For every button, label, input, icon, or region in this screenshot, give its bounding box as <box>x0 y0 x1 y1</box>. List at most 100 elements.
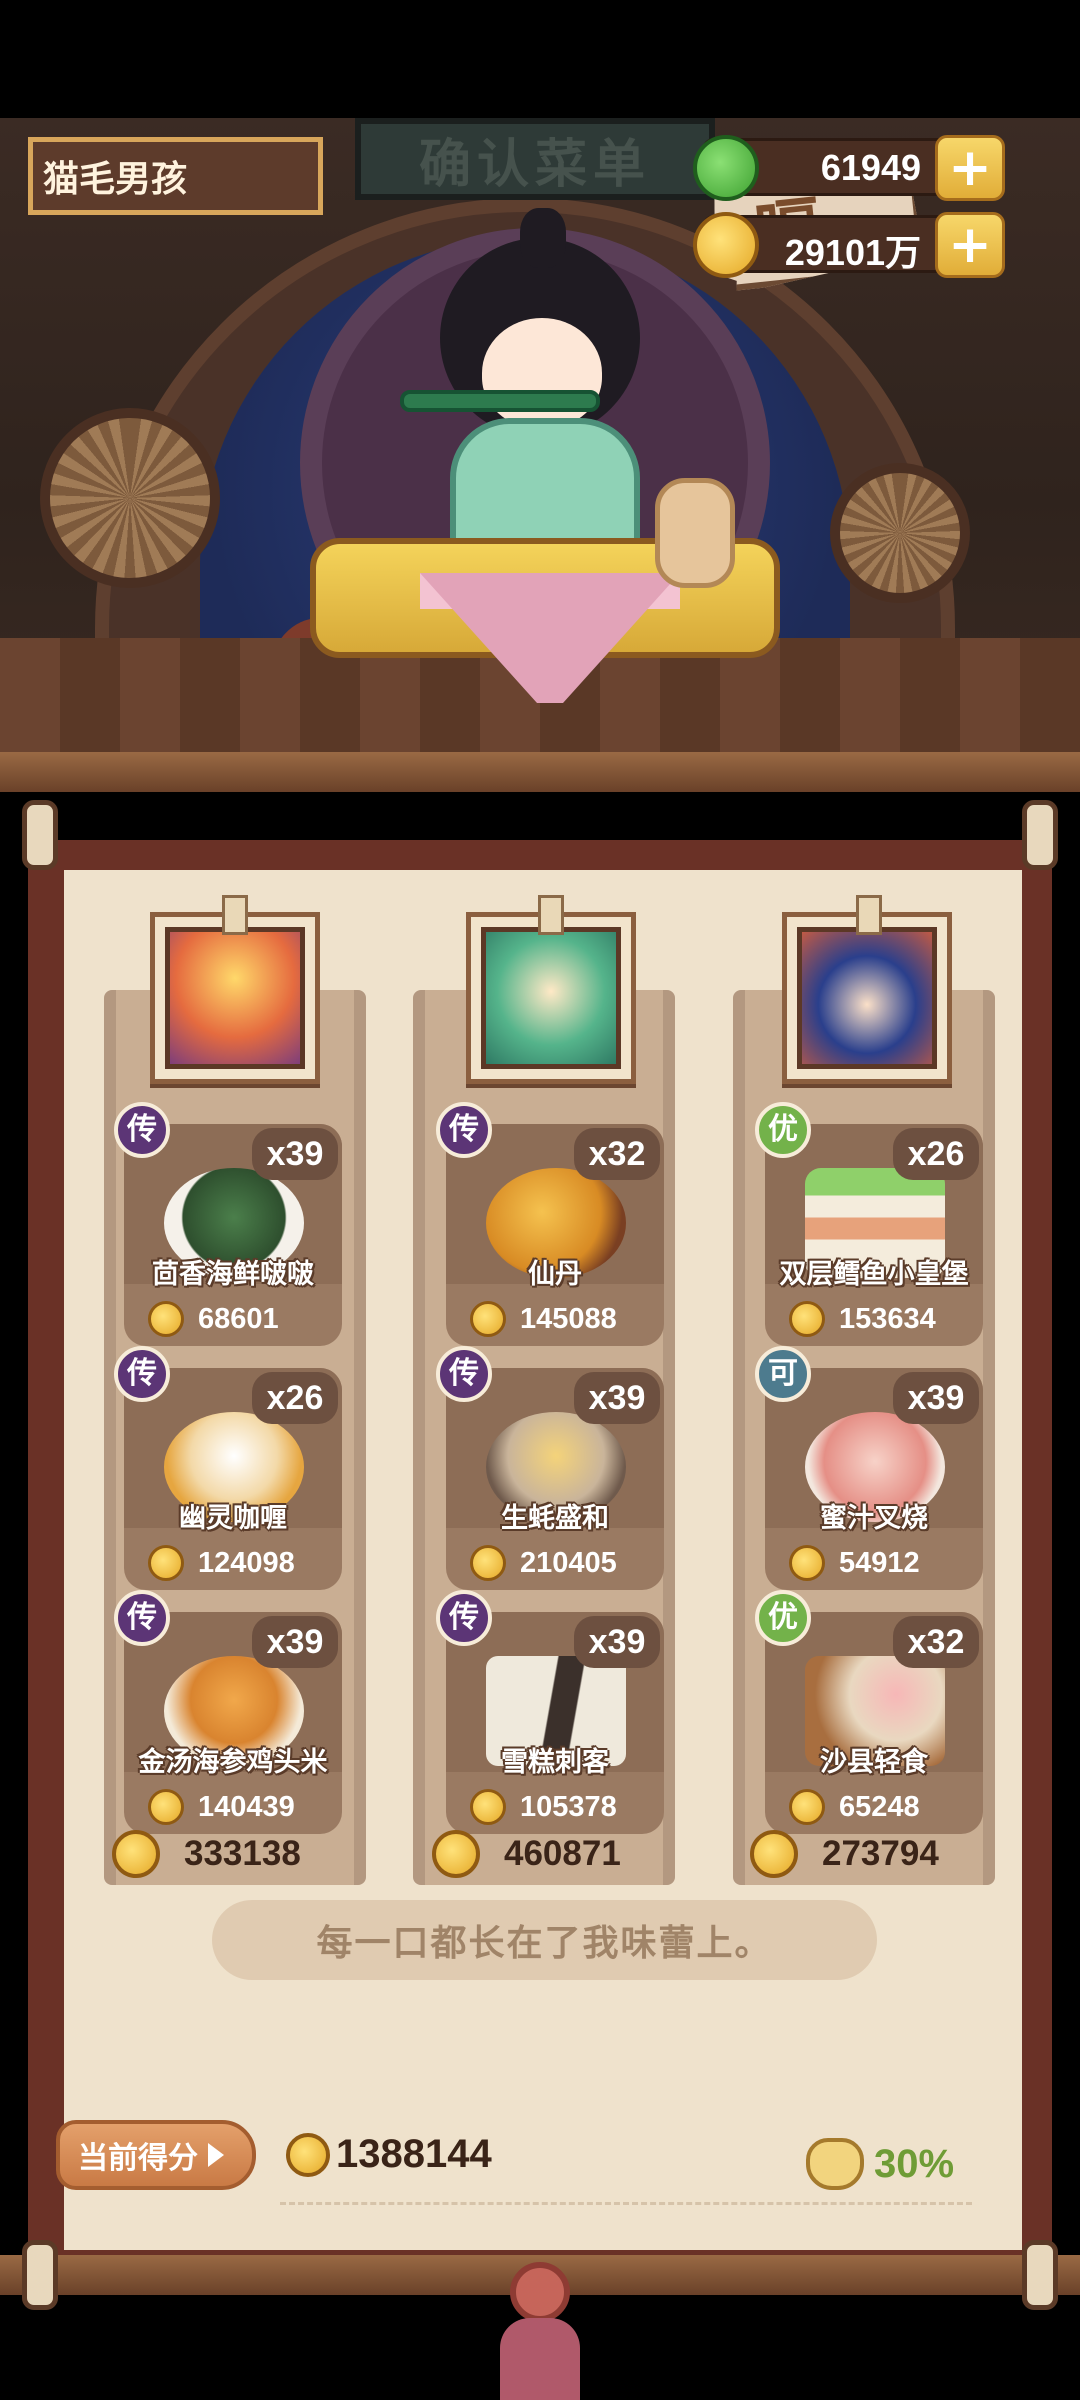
dish-count: x32 <box>574 1128 660 1180</box>
coin-icon <box>789 1789 825 1825</box>
dish-card[interactable]: 优 x32 沙县轻食 65248 <box>755 1590 983 1834</box>
dish-price-value: 145088 <box>520 1302 617 1335</box>
coin-icon <box>286 2132 330 2177</box>
dish-name: 蜜汁叉烧 <box>820 1503 928 1533</box>
dish-count: x39 <box>893 1372 979 1424</box>
grade-badge: 优 <box>755 1102 811 1158</box>
dish-price-value: 210405 <box>520 1546 617 1579</box>
dish-price: 68601 <box>124 1292 342 1346</box>
dish-card[interactable]: 传 x39 生蚝盛和 210405 <box>436 1346 664 1590</box>
coin-counter: 29101万 + <box>693 212 1005 278</box>
dish-card[interactable]: 传 x39 雪糕刺客 105378 <box>436 1590 664 1834</box>
dish-price-value: 124098 <box>198 1546 295 1579</box>
jade-icon <box>693 135 759 201</box>
dish-card[interactable]: 传 x32 仙丹 145088 <box>436 1102 664 1346</box>
dish-price: 140439 <box>124 1780 342 1834</box>
dish-name: 金汤海参鸡头米 <box>138 1747 328 1777</box>
jade-counter: 61949 + <box>693 135 1005 201</box>
coin-value: 29101万 <box>784 232 921 273</box>
comment-text: 每一口都长在了我味蕾上。 <box>316 1922 773 1963</box>
coin-icon <box>148 1789 184 1825</box>
column-total: 333138 <box>112 1830 301 1878</box>
dish-price: 124098 <box>124 1536 342 1590</box>
dish-price-value: 68601 <box>198 1302 279 1335</box>
dish-price-value: 140439 <box>198 1790 295 1823</box>
dish-count: x39 <box>252 1128 338 1180</box>
clip-icon <box>538 895 564 935</box>
scroll-rod-end <box>1022 2240 1058 2310</box>
money-bag-icon <box>806 2138 864 2190</box>
grade-badge: 传 <box>436 1102 492 1158</box>
grade-badge: 传 <box>436 1590 492 1646</box>
clip-icon <box>222 895 248 935</box>
coin-icon <box>470 1545 506 1581</box>
chef-portrait[interactable] <box>782 912 952 1084</box>
tassel-decoration <box>500 2262 580 2400</box>
chef-avatar <box>481 927 621 1069</box>
dish-price-value: 153634 <box>839 1302 936 1335</box>
grade-badge: 可 <box>755 1346 811 1402</box>
grade-badge: 优 <box>755 1590 811 1646</box>
player-name-box[interactable]: 猫毛男孩 <box>28 137 323 215</box>
dish-price: 210405 <box>446 1536 664 1590</box>
column-total-value: 333138 <box>184 1834 301 1873</box>
dish-name: 雪糕刺客 <box>501 1747 609 1777</box>
dish-count: x39 <box>574 1616 660 1668</box>
tassel-hang <box>500 2318 580 2400</box>
dish-card[interactable]: 传 x39 金汤海参鸡头米 140439 <box>114 1590 342 1834</box>
player-name: 猫毛男孩 <box>43 158 188 199</box>
dish-price: 54912 <box>765 1536 983 1590</box>
coin-icon <box>148 1545 184 1581</box>
dish-count: x39 <box>574 1372 660 1424</box>
plus-icon: + <box>948 215 992 275</box>
dish-count: x32 <box>893 1616 979 1668</box>
dish-count: x26 <box>893 1128 979 1180</box>
grade-badge: 传 <box>436 1346 492 1402</box>
stacked-buns-decoration <box>655 478 735 588</box>
clip-icon <box>856 895 882 935</box>
customer-character[interactable] <box>400 168 660 608</box>
dish-name: 幽灵咖喱 <box>179 1503 287 1533</box>
grade-badge: 传 <box>114 1590 170 1646</box>
dish-card[interactable]: 传 x26 幽灵咖喱 124098 <box>114 1346 342 1590</box>
divider <box>280 2202 972 2205</box>
dish-count: x39 <box>252 1616 338 1668</box>
add-jade-button[interactable]: + <box>935 135 1005 201</box>
fan-decoration-left <box>40 408 220 588</box>
dish-price-value: 65248 <box>839 1790 920 1823</box>
coin-icon <box>789 1301 825 1337</box>
knot-icon <box>510 2262 570 2322</box>
coin-icon <box>750 1830 798 1878</box>
column-total-value: 273794 <box>822 1834 939 1873</box>
dish-name: 仙丹 <box>528 1259 582 1289</box>
dish-price: 105378 <box>446 1780 664 1834</box>
customer-comment: 每一口都长在了我味蕾上。 <box>212 1900 877 1980</box>
dish-card[interactable]: 可 x39 蜜汁叉烧 54912 <box>755 1346 983 1590</box>
chef-portrait[interactable] <box>466 912 636 1084</box>
bonus-indicator: 30% <box>806 2138 954 2190</box>
dish-price: 145088 <box>446 1292 664 1346</box>
coin-icon <box>432 1830 480 1878</box>
coin-icon <box>470 1789 506 1825</box>
dish-price: 153634 <box>765 1292 983 1346</box>
dish-name: 生蚝盛和 <box>501 1503 609 1533</box>
dish-card[interactable]: 传 x39 茴香海鲜啵啵 68601 <box>114 1102 342 1346</box>
dish-name: 双层鳕鱼小皇堡 <box>779 1259 969 1289</box>
dish-price: 65248 <box>765 1780 983 1834</box>
grade-badge: 传 <box>114 1102 170 1158</box>
current-score-button[interactable]: 当前得分 <box>56 2120 256 2190</box>
coin-icon <box>148 1301 184 1337</box>
grade-badge: 传 <box>114 1346 170 1402</box>
character-hair-bun <box>520 208 566 268</box>
fan-decoration-right <box>830 463 970 603</box>
add-coin-button[interactable]: + <box>935 212 1005 278</box>
coin-icon <box>112 1830 160 1878</box>
dish-card[interactable]: 优 x26 双层鳕鱼小皇堡 153634 <box>755 1102 983 1346</box>
dish-price-value: 54912 <box>839 1546 920 1579</box>
plus-icon: + <box>948 138 992 198</box>
dish-price-value: 105378 <box>520 1790 617 1823</box>
total-score-value: 1388144 <box>336 2132 492 2176</box>
column-total: 460871 <box>432 1830 621 1878</box>
scroll-rod-end <box>1022 800 1058 870</box>
chef-portrait[interactable] <box>150 912 320 1084</box>
